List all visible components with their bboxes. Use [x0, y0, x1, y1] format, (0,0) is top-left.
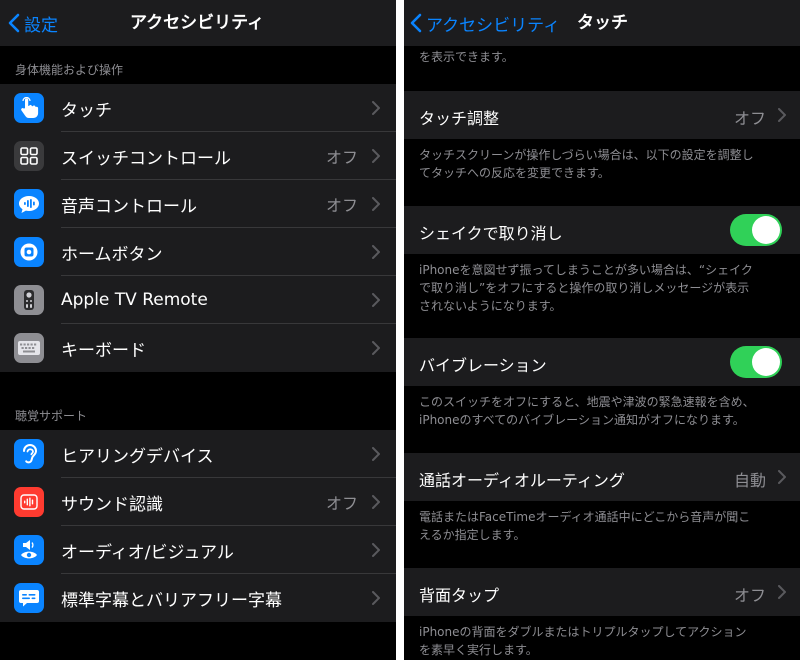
shake-to-undo-row: シェイクで取り消し — [404, 206, 800, 254]
chevron-right-icon — [372, 341, 380, 355]
chevron-right-icon — [372, 543, 380, 557]
row-description: iPhoneを意図せず振ってしまうことが多い場合は、“シェイク で取り消し”をオ… — [419, 261, 787, 315]
remote-icon — [14, 285, 44, 315]
list-item-label: 音声コントロール — [61, 196, 197, 217]
waveform-icon — [14, 487, 44, 517]
list-item-label: ホームボタン — [61, 244, 163, 265]
chevron-right-icon — [778, 585, 786, 599]
toggle-knob — [752, 348, 780, 376]
nav-bar: 設定 アクセシビリティ — [0, 0, 396, 46]
list-item-home-button[interactable]: ホームボタン — [0, 228, 396, 276]
description-line: このスイッチをオフにすると、地震や津波の緊急速報を含め、 — [419, 395, 755, 409]
home-button-icon — [14, 237, 44, 267]
hand-point-icon — [14, 93, 44, 123]
description-line: iPhoneの背面をダブルまたはトリプルタップしてアクション — [419, 625, 747, 639]
motor-group: タッチ スイッチコントロール オフ 音声コントロール オフ ホームボタン App… — [0, 84, 396, 372]
description-line: タッチスクリーンが操作しづらい場合は、以下の設定を調整し — [419, 148, 754, 162]
back-label: 設定 — [24, 15, 58, 36]
chevron-right-icon — [372, 447, 380, 461]
page-title: タッチ — [577, 13, 628, 33]
vibration-toggle[interactable] — [730, 346, 782, 378]
keyboard-icon — [14, 333, 44, 363]
list-item-switch-control[interactable]: スイッチコントロール オフ — [0, 132, 396, 180]
chevron-right-icon — [372, 245, 380, 259]
description-line: されないようになります。 — [419, 299, 562, 313]
list-item-sound-recognition[interactable]: サウンド認識 オフ — [0, 478, 396, 526]
description-line: を素早く実行します。 — [419, 643, 538, 657]
description-line: てタッチへの反応を変更できます。 — [419, 166, 610, 180]
list-item-value: オフ — [325, 148, 358, 167]
row-label: バイブレーション — [419, 356, 547, 375]
vibration-row: バイブレーション — [404, 338, 800, 386]
toggle-knob — [752, 216, 780, 244]
row-description: タッチスクリーンが操作しづらい場合は、以下の設定を調整し てタッチへの反応を変更… — [419, 146, 787, 182]
grid-icon — [14, 141, 44, 171]
section-header-motor: 身体機能および操作 — [15, 63, 124, 77]
description-line: で取り消し”をオフにすると操作の取り消しメッセージが表示 — [419, 281, 750, 295]
list-item-label: キーボード — [61, 340, 146, 361]
list-item-touch[interactable]: タッチ — [0, 84, 396, 132]
list-item-apple-tv-remote[interactable]: Apple TV Remote — [0, 276, 396, 324]
list-item-voice-control[interactable]: 音声コントロール オフ — [0, 180, 396, 228]
back-label: アクセシビリティ — [426, 15, 561, 36]
chevron-right-icon — [372, 293, 380, 307]
row-value: オフ — [733, 586, 766, 605]
row-label: タッチ調整 — [419, 109, 500, 128]
accessibility-screen: 設定 アクセシビリティ 身体機能および操作 タッチ スイッチコントロール オフ — [0, 0, 396, 660]
chevron-right-icon — [372, 495, 380, 509]
list-item-label: ヒアリングデバイス — [61, 446, 214, 467]
nav-bar: アクセシビリティ タッチ — [404, 0, 800, 46]
back-button[interactable]: 設定 — [8, 0, 58, 46]
description-line: iPhoneを意図せず振ってしまうことが多い場合は、“シェイク — [419, 263, 753, 277]
list-item-audio-visual[interactable]: オーディオ/ビジュアル — [0, 526, 396, 574]
section-footer: を表示できます。 — [419, 50, 514, 64]
list-item-hearing-devices[interactable]: ヒアリングデバイス — [0, 430, 396, 478]
description-line: えるか指定します。 — [419, 528, 526, 542]
touch-screen: アクセシビリティ タッチ を表示できます。 タッチ調整 オフ タッチスクリーンが… — [404, 0, 800, 660]
list-item-value: オフ — [325, 494, 358, 513]
row-description: このスイッチをオフにすると、地震や津波の緊急速報を含め、 iPhoneのすべての… — [419, 393, 787, 429]
description-line: iPhoneのすべてのバイブレーション通知がオフになります。 — [419, 413, 745, 427]
list-item-label: タッチ — [61, 100, 112, 121]
list-item-label: オーディオ/ビジュアル — [61, 542, 234, 563]
chevron-left-icon — [410, 13, 422, 33]
touch-accommodations-row[interactable]: タッチ調整 オフ — [404, 91, 800, 139]
chevron-left-icon — [8, 13, 20, 33]
list-item-label: スイッチコントロール — [61, 148, 231, 169]
row-label: 通話オーディオルーティング — [419, 471, 625, 490]
section-header-hearing: 聴覚サポート — [15, 409, 88, 423]
list-item-subtitles[interactable]: 標準字幕とバリアフリー字幕 — [0, 574, 396, 622]
page-title: アクセシビリティ — [130, 13, 265, 33]
row-value: 自動 — [733, 471, 766, 490]
ear-icon — [14, 439, 44, 469]
list-item-label: 標準字幕とバリアフリー字幕 — [61, 590, 282, 611]
chevron-right-icon — [372, 197, 380, 211]
chevron-right-icon — [372, 101, 380, 115]
row-label: シェイクで取り消し — [419, 224, 563, 243]
hearing-group: ヒアリングデバイス サウンド認識 オフ オーディオ/ビジュアル 標準字幕とバリア… — [0, 430, 396, 622]
row-description: 電話またはFaceTimeオーディオ通話中にどこから音声が聞こ えるか指定します… — [419, 508, 787, 544]
chevron-right-icon — [372, 149, 380, 163]
list-item-label: サウンド認識 — [61, 494, 163, 515]
chevron-right-icon — [778, 108, 786, 122]
caption-icon — [14, 583, 44, 613]
back-button[interactable]: アクセシビリティ — [410, 0, 560, 46]
call-audio-routing-row[interactable]: 通話オーディオルーティング 自動 — [404, 453, 800, 501]
speaker-eye-icon — [14, 535, 44, 565]
voice-control-icon — [14, 189, 44, 219]
list-item-keyboard[interactable]: キーボード — [0, 324, 396, 372]
chevron-right-icon — [372, 591, 380, 605]
description-line: 電話またはFaceTimeオーディオ通話中にどこから音声が聞こ — [419, 510, 751, 524]
row-description: iPhoneの背面をダブルまたはトリプルタップしてアクション を素早く実行します… — [419, 623, 787, 659]
row-value: オフ — [733, 109, 766, 128]
list-item-label: Apple TV Remote — [61, 290, 208, 310]
back-tap-row[interactable]: 背面タップ オフ — [404, 568, 800, 616]
list-item-value: オフ — [325, 196, 358, 215]
chevron-right-icon — [778, 470, 786, 484]
row-label: 背面タップ — [419, 586, 500, 605]
shake-to-undo-toggle[interactable] — [730, 214, 782, 246]
